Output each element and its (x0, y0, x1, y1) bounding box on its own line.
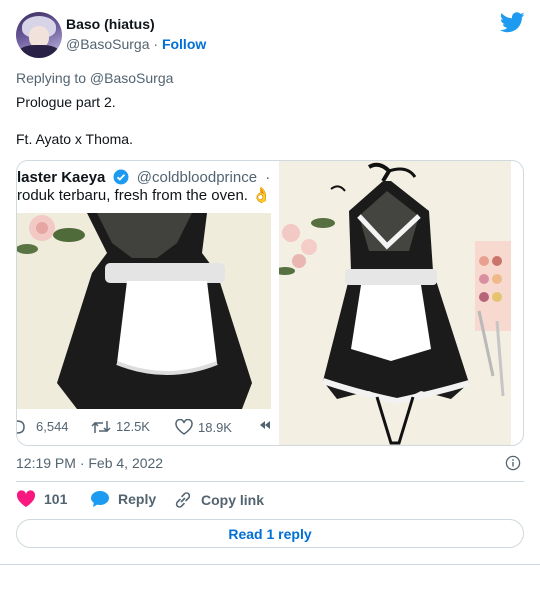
tweet-actions: 101 Reply Copy link (16, 490, 524, 512)
lingerie-photo-left (17, 213, 271, 409)
author-handle[interactable]: @BasoSurga (66, 36, 149, 52)
tweet-timestamp[interactable]: 12:19 PM · Feb 4, 2022 (16, 455, 163, 471)
author-handle-row: @BasoSurga · Follow (66, 36, 206, 52)
tweet-media[interactable]: laster Kaeya @coldbloodprince · 9r roduk… (16, 160, 524, 446)
tweet-text-line-2: Ft. Ayato x Thoma. (16, 131, 133, 147)
author-name[interactable]: Baso (hiatus) (66, 16, 155, 32)
link-icon (175, 492, 191, 508)
heart-outline-icon (175, 419, 193, 435)
quoted-tweet-screenshot: laster Kaeya @coldbloodprince · 9r roduk… (17, 161, 275, 445)
like-count: 101 (44, 491, 68, 507)
quoted-author-name: laster Kaeya (17, 169, 106, 186)
retweet-icon (91, 420, 111, 433)
quoted-author-handle: @coldbloodprince (136, 169, 258, 186)
lingerie-photo-right (279, 161, 511, 445)
quoted-tweet-stats: 6,544 12.5K 18.9K (17, 419, 275, 439)
ok-hand-emoji: 👌 (252, 187, 271, 204)
like-button[interactable]: 101 (16, 490, 67, 508)
speech-bubble-icon (91, 491, 109, 507)
quoted-tweet-text: roduk terbaru, fresh from the oven. 👌 (17, 187, 271, 204)
handle-separator: · (153, 36, 159, 52)
avatar[interactable] (16, 12, 62, 58)
reply-outline-icon (17, 419, 25, 434)
quoted-likes-stat: 18.9K (175, 419, 232, 435)
reply-label: Reply (118, 491, 157, 507)
quoted-tweet-time: · 9r (265, 169, 275, 186)
copy-link-button[interactable]: Copy link (173, 490, 264, 510)
info-icon[interactable] (505, 455, 521, 471)
copy-link-label: Copy link (201, 492, 265, 508)
reply-button[interactable]: Reply (90, 490, 156, 508)
verified-badge-icon (113, 169, 129, 185)
quoted-retweets-stat: 12.5K (91, 419, 150, 434)
quoted-replies-stat: 6,544 (17, 419, 69, 434)
divider (16, 481, 524, 482)
replying-to[interactable]: Replying to @BasoSurga (16, 70, 173, 86)
twitter-bird-icon[interactable] (500, 12, 525, 33)
quoted-tweet-header: laster Kaeya @coldbloodprince · 9r (17, 169, 275, 186)
tweet-text-line-1: Prologue part 2. (16, 94, 116, 110)
embedded-tweet-card: Baso (hiatus) @BasoSurga · Follow Replyi… (0, 0, 540, 565)
follow-link[interactable]: Follow (162, 36, 206, 52)
share-icon (259, 419, 271, 431)
read-replies-button[interactable]: Read 1 reply (16, 519, 524, 548)
heart-icon (16, 490, 36, 507)
